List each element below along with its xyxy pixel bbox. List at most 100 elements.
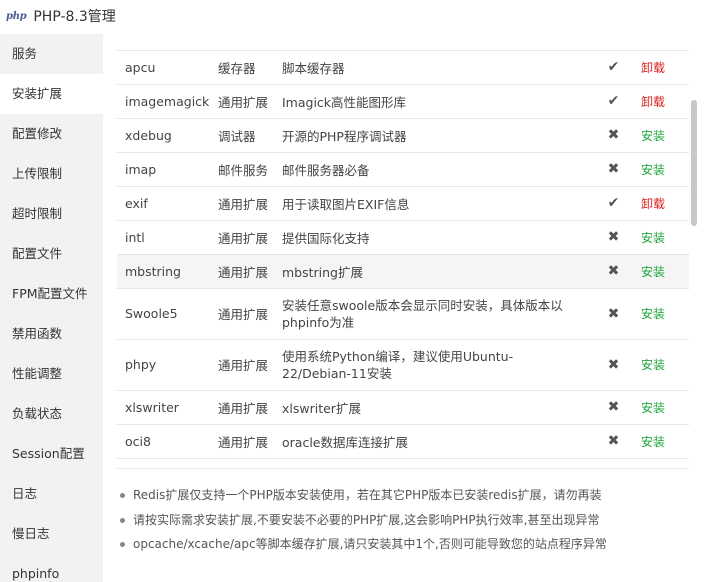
extension-row: imap 邮件服务 邮件服务器必备 ✖ 安装 (117, 152, 689, 186)
install-link[interactable] (641, 458, 689, 468)
note-item: 请按实际需求安装扩展,不要安装不必要的PHP扩展,这会影响PHP执行效率,甚至出… (119, 512, 699, 537)
extension-type: 通用扩展 (218, 94, 269, 110)
extension-type: 缓存器 (218, 60, 256, 76)
extension-type: 通用扩展 (218, 358, 269, 373)
extension-type: 通用扩展 (218, 307, 269, 322)
sidebar-item[interactable]: 超时限制 (0, 194, 103, 234)
extension-row: apcu 缓存器 脚本缓存器 ✔ 卸载 (117, 50, 689, 84)
install-link[interactable]: 安装 (641, 288, 689, 339)
window-title: PHP-8.3管理 (33, 9, 116, 25)
extension-type: 通用扩展 (218, 196, 269, 212)
extension-type: 通用扩展 (218, 434, 269, 450)
note-item: opcache/xcache/apc等脚本缓存扩展,请只安装其中1个,否则可能导… (119, 536, 699, 561)
sidebar-item[interactable]: FPM配置文件 (0, 274, 103, 314)
sidebar-item[interactable]: 性能调整 (0, 354, 103, 394)
extension-row: mcrypt通用扩展mcrypt加密解密✔安装 (117, 34, 689, 50)
sidebar: 服务 安装扩展 配置修改 上传限制 超时限制 配置文件 FPM配置文件 禁用函数 性能调整 负载状… (0, 34, 103, 582)
sidebar-item[interactable]: 服务 (0, 34, 103, 74)
window-titlebar: php PHP-8.3管理 (0, 0, 705, 32)
extension-desc: 邮件服务器必备 (282, 162, 370, 178)
sidebar-item[interactable]: 慢日志 (0, 514, 103, 554)
install-link[interactable]: 安装 (641, 152, 689, 186)
x-icon: ✖ (607, 433, 620, 449)
extension-desc: 用于读取图片EXIF信息 (282, 196, 410, 212)
extension-name: oci8 (125, 433, 151, 449)
sidebar-item[interactable]: Session配置 (0, 434, 103, 474)
extension-desc: mbstring扩展 (282, 264, 363, 280)
sidebar-item[interactable]: 禁用函数 (0, 314, 103, 354)
sidebar-item[interactable]: 安装扩展 (0, 74, 103, 114)
sidebar-item[interactable]: 配置文件 (0, 234, 103, 274)
extension-name: mbstring (125, 263, 181, 279)
extension-table: mcrypt通用扩展mcrypt加密解密✔安装apcu缓存器脚本缓存器✔卸载im… (117, 34, 689, 469)
sidebar-item[interactable]: phpinfo (0, 554, 103, 582)
sidebar-item[interactable]: 配置修改 (0, 114, 103, 154)
extension-name: imagemagick (125, 93, 210, 109)
extension-type: 通用扩展 (218, 264, 269, 280)
extension-type: 邮件服务 (218, 162, 269, 178)
extension-desc: 提供国际化支持 (282, 230, 370, 246)
uninstall-link[interactable]: 卸载 (641, 84, 689, 118)
x-icon: ✖ (607, 127, 620, 143)
extension-name: xlswriter (125, 399, 179, 415)
extension-row (117, 458, 689, 468)
note-item: Redis扩展仅支持一个PHP版本安装使用，若在其它PHP版本已安装redis扩… (119, 487, 699, 512)
extension-desc: oracle数据库连接扩展 (282, 434, 408, 450)
extension-row: Swoole5 通用扩展 安装任意swoole版本会显示同时安装，具体版本以phpi… (117, 288, 689, 339)
extension-row: imagemagick 通用扩展 Imagick高性能图形库 ✔ 卸载 (117, 84, 689, 118)
extension-type: 通用扩展 (218, 400, 269, 416)
install-link[interactable]: 安装 (641, 34, 689, 50)
extension-desc: 开源的PHP程序调试器 (282, 128, 407, 144)
check-icon: ✔ (586, 34, 641, 50)
extension-name: phpy (125, 357, 157, 372)
install-link[interactable]: 安装 (641, 118, 689, 152)
extension-name: exif (125, 195, 148, 211)
uninstall-link[interactable]: 卸载 (641, 50, 689, 84)
extension-desc (274, 458, 586, 468)
extension-row: mbstring 通用扩展 mbstring扩展 ✖ 安装 (117, 254, 689, 288)
extension-name (117, 458, 210, 468)
sidebar-item[interactable]: 负载状态 (0, 394, 103, 434)
uninstall-link[interactable]: 卸载 (641, 186, 689, 220)
check-icon: ✔ (607, 195, 620, 211)
extension-name: xdebug (125, 127, 172, 143)
extension-row: intl 通用扩展 提供国际化支持 ✖ 安装 (117, 220, 689, 254)
install-link[interactable]: 安装 (641, 339, 689, 390)
extension-row: xlswriter 通用扩展 xlswriter扩展 ✖ 安装 (117, 390, 689, 424)
x-icon: ✖ (607, 263, 620, 279)
extension-desc: xlswriter扩展 (282, 400, 361, 416)
sidebar-item[interactable]: 日志 (0, 474, 103, 514)
extension-name: intl (125, 229, 145, 245)
extension-type: 通用扩展 (210, 34, 274, 50)
extension-desc: 使用系统Python编译，建议使用Ubuntu-22/Debian-11安装 (282, 348, 514, 381)
x-icon: ✖ (607, 356, 620, 373)
extension-row: oci8 通用扩展 oracle数据库连接扩展 ✖ 安装 (117, 424, 689, 458)
extension-row: phpy 通用扩展 使用系统Python编译，建议使用Ubuntu-22/Debia… (117, 339, 689, 390)
extension-type (210, 458, 274, 468)
extension-name: imap (125, 161, 157, 177)
extension-type: 调试器 (218, 128, 256, 144)
x-icon: ✖ (607, 229, 620, 245)
php-logo-icon: php (6, 10, 27, 22)
extension-desc: 安装任意swoole版本会显示同时安装，具体版本以phpinfo为准 (282, 297, 563, 330)
install-link[interactable]: 安装 (641, 390, 689, 424)
extension-name: Swoole5 (125, 306, 178, 321)
extension-desc: Imagick高性能图形库 (282, 94, 407, 110)
extension-name: apcu (125, 59, 156, 75)
check-icon: ✔ (607, 59, 620, 75)
x-icon: ✖ (607, 161, 620, 177)
notes-list: Redis扩展仅支持一个PHP版本安装使用，若在其它PHP版本已安装redis扩… (119, 487, 699, 561)
extension-row: xdebug 调试器 开源的PHP程序调试器 ✖ 安装 (117, 118, 689, 152)
install-link[interactable]: 安装 (641, 220, 689, 254)
extension-type: 通用扩展 (218, 230, 269, 246)
x-icon (586, 458, 641, 468)
table-scrollbar[interactable] (691, 100, 697, 226)
extension-name: mcrypt (117, 34, 210, 50)
sidebar-item[interactable]: 上传限制 (0, 154, 103, 194)
x-icon: ✖ (607, 305, 620, 322)
extension-desc: mcrypt加密解密 (274, 34, 586, 50)
check-icon: ✔ (607, 93, 620, 109)
extension-row: exif 通用扩展 用于读取图片EXIF信息 ✔ 卸载 (117, 186, 689, 220)
install-link[interactable]: 安装 (641, 254, 689, 288)
install-link[interactable]: 安装 (641, 424, 689, 458)
